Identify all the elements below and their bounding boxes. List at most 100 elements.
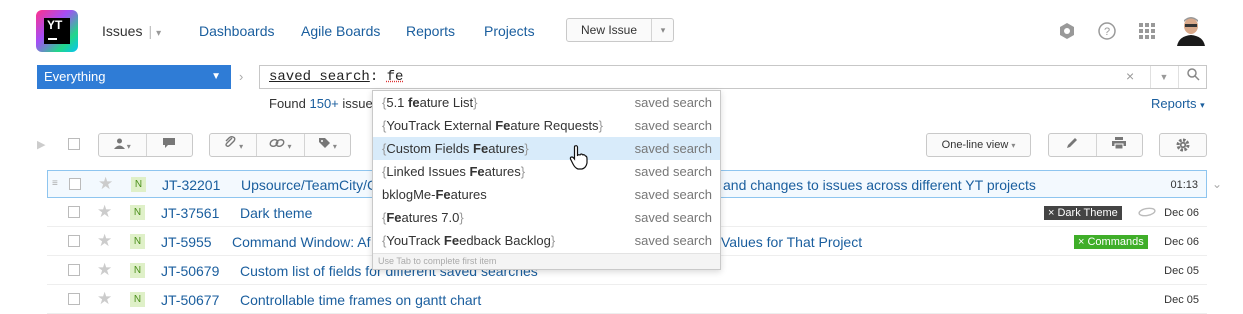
priority-badge[interactable]: N (130, 292, 145, 307)
help-icon[interactable]: ? (1097, 22, 1117, 42)
nav-dashboards[interactable]: Dashboards (199, 23, 275, 39)
settings-icon[interactable] (1057, 22, 1077, 42)
table-row[interactable]: ★ N JT-50677 Controllable time frames on… (47, 286, 1207, 314)
new-issue-button[interactable]: New Issue ▾ (566, 18, 674, 42)
star-icon[interactable]: ★ (97, 289, 112, 309)
youtrack-logo[interactable]: YT (36, 10, 78, 52)
suggestion-name: {5.1 feature List} (382, 91, 477, 114)
apps-grid-icon[interactable] (1137, 22, 1157, 42)
issue-summary-tail[interactable]: and changes to issues across different Y… (723, 177, 1036, 193)
nav-reports[interactable]: Reports (406, 23, 455, 39)
suggestion-item[interactable]: {Features 7.0} saved search (373, 206, 720, 229)
issues-menu[interactable]: Issues | ▾ (102, 23, 161, 39)
found-count-link[interactable]: 150+ (309, 96, 338, 111)
chevron-down-icon[interactable]: ▼ (1150, 66, 1177, 88)
issue-date: Dec 06 (1164, 207, 1199, 219)
priority-badge[interactable]: N (130, 234, 145, 249)
row-checkbox[interactable] (68, 206, 80, 218)
clear-icon[interactable]: × (1126, 68, 1134, 84)
suggestion-item[interactable]: {5.1 feature List} saved search (373, 91, 720, 114)
tag-badge[interactable]: × Dark Theme (1044, 206, 1122, 220)
search-suggestions-popup: {5.1 feature List} saved search {YouTrack … (372, 90, 721, 270)
issue-summary[interactable]: Controllable time frames on gantt chart (240, 292, 481, 308)
star-icon[interactable]: ★ (97, 202, 112, 222)
view-mode-selector[interactable]: One-line view ▾ (926, 133, 1031, 157)
issue-id[interactable]: JT-50677 (161, 292, 219, 308)
suggestion-text: edback Backlog (459, 233, 551, 248)
settings-button[interactable] (1159, 133, 1207, 157)
suggestion-type: saved search (634, 141, 712, 156)
suggestion-name: {Linked Issues Features} (382, 160, 525, 183)
row-checkbox[interactable] (68, 235, 80, 247)
issues-label: Issues (102, 23, 143, 39)
query-key: saved search (269, 69, 370, 85)
select-all-checkbox[interactable] (68, 138, 80, 150)
search-input[interactable]: saved search: fe × ▼ (259, 65, 1207, 89)
printer-icon (1112, 137, 1127, 150)
nav-agile-boards[interactable]: Agile Boards (301, 23, 380, 39)
suggestion-item[interactable]: bklogMe-Features saved search (373, 183, 720, 206)
new-issue-label: New Issue (567, 19, 652, 41)
bracket-close: } (598, 118, 603, 133)
issue-id[interactable]: JT-50679 (161, 263, 219, 279)
issue-id[interactable]: JT-5955 (161, 234, 212, 250)
search-context-label: Everything (44, 69, 106, 84)
user-icon (113, 138, 125, 149)
issue-summary[interactable]: Upsource/TeamCity/C (241, 177, 377, 193)
issue-summary-tail[interactable]: Values for That Project (721, 234, 862, 250)
chevron-down-icon[interactable]: ▾ (653, 19, 673, 41)
row-checkbox[interactable] (69, 178, 81, 190)
suggestion-text: bklogMe- (382, 187, 436, 202)
star-icon[interactable]: ★ (98, 174, 113, 194)
priority-badge[interactable]: N (130, 263, 145, 278)
issue-summary[interactable]: Dark theme (240, 205, 312, 221)
tag-button[interactable]: ▾ (305, 134, 350, 156)
suggestion-match: Fe (435, 187, 451, 202)
suggestion-name: {Custom Fields Features} (382, 137, 529, 160)
attach-button[interactable]: ▾ (210, 134, 258, 156)
search-icon[interactable] (1178, 66, 1207, 88)
issue-summary[interactable]: Command Window: Af (232, 234, 371, 250)
issue-date: Dec 05 (1164, 265, 1199, 277)
suggestion-match: fe (408, 95, 420, 110)
star-icon[interactable]: ★ (97, 260, 112, 280)
nav-projects[interactable]: Projects (484, 23, 535, 39)
star-icon[interactable]: ★ (97, 231, 112, 251)
suggestion-match: Fe (495, 118, 511, 133)
suggestion-item[interactable]: {YouTrack External Feature Requests} save… (373, 114, 720, 137)
tag-badge[interactable]: × Commands (1074, 235, 1148, 249)
reports-menu[interactable]: Reports ▾ (1151, 96, 1205, 111)
assignee-button[interactable]: ▾ (99, 134, 147, 156)
suggestion-text: YouTrack External (386, 118, 496, 133)
suggestion-text: YouTrack (386, 233, 444, 248)
suggestion-item[interactable]: {Custom Fields Features} saved search (373, 137, 720, 160)
row-checkbox[interactable] (68, 293, 80, 305)
issue-id[interactable]: JT-37561 (161, 205, 219, 221)
suggestion-item[interactable]: {YouTrack Feedback Backlog} saved search (373, 229, 720, 252)
drag-handle-icon[interactable]: ≡ (52, 178, 58, 189)
avatar[interactable] (1175, 14, 1207, 46)
pencil-icon (1067, 138, 1078, 148)
search-context-selector[interactable]: Everything ▼ (37, 65, 231, 89)
expand-sidebar-icon[interactable]: ▶ (37, 138, 45, 151)
priority-badge[interactable]: N (131, 177, 146, 192)
query-value: fe (386, 69, 404, 85)
link-button[interactable]: ▾ (257, 134, 305, 156)
print-button[interactable] (1097, 134, 1143, 156)
bracket-close: } (550, 233, 556, 248)
svg-text:?: ? (1104, 26, 1110, 38)
bracket-close: } (520, 164, 526, 179)
row-checkbox[interactable] (68, 264, 80, 276)
issue-id[interactable]: JT-32201 (162, 177, 220, 193)
chevron-down-icon[interactable]: ⌄ (1212, 177, 1222, 191)
found-count: Found 150+ issue (269, 96, 373, 111)
suggestion-match: Fe (473, 141, 489, 156)
priority-badge[interactable]: N (130, 205, 145, 220)
suggestion-name: {YouTrack Feedback Backlog} (382, 229, 555, 252)
suggestion-text: Custom Fields (386, 141, 474, 156)
suggestion-hint: Use Tab to complete first item (373, 253, 720, 269)
comment-button[interactable] (147, 134, 193, 156)
issue-date: 01:13 (1170, 179, 1198, 191)
edit-button[interactable] (1049, 134, 1097, 156)
suggestion-item[interactable]: {Linked Issues Features} saved search (373, 160, 720, 183)
